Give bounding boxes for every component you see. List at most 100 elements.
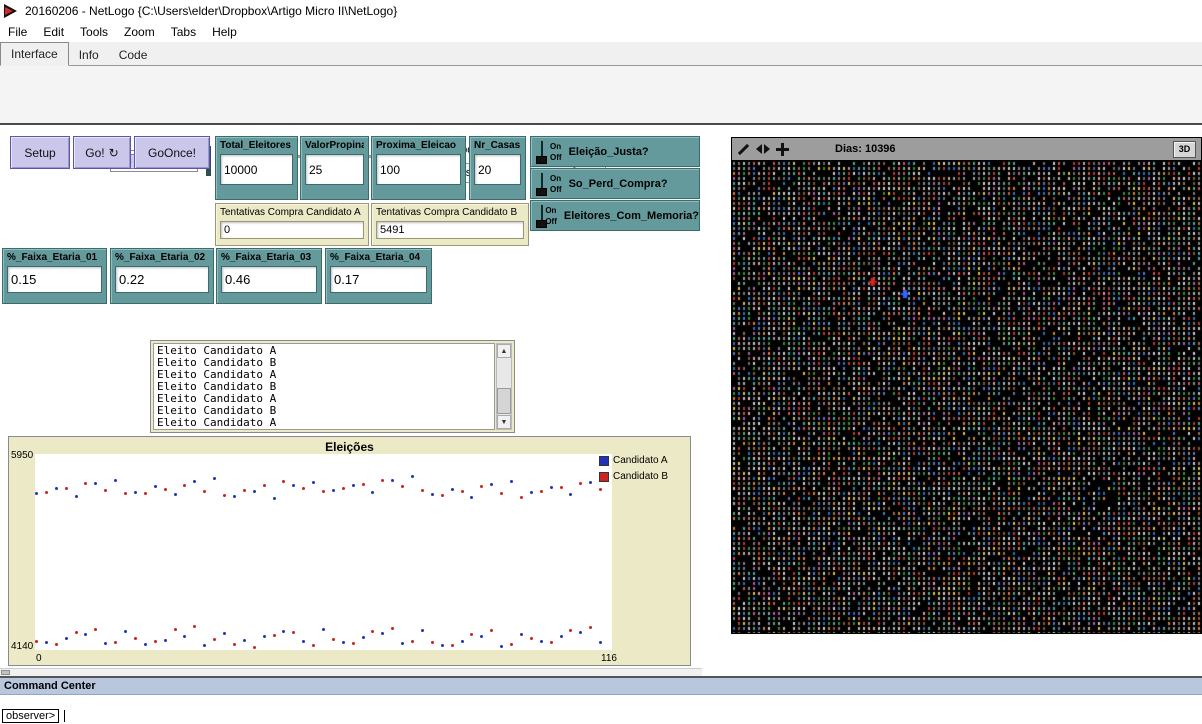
scrollbar-thumb[interactable] — [497, 388, 511, 414]
plot-point — [154, 640, 157, 643]
plot-point — [391, 479, 394, 482]
plot-point — [322, 490, 325, 493]
setup-button[interactable]: Setup — [10, 136, 70, 169]
plot-point — [569, 493, 572, 496]
menu-bar: File Edit Tools Zoom Tabs Help — [0, 22, 1202, 42]
plot-point — [104, 642, 107, 645]
plot-point — [35, 492, 38, 495]
monitor-proxima-eleicao: Proxima_Eleicao 100 — [371, 136, 466, 200]
plot-point — [589, 481, 592, 484]
plot-point — [174, 493, 177, 496]
menu-edit[interactable]: Edit — [35, 22, 72, 42]
plot-point — [480, 635, 483, 638]
plot-point — [193, 625, 196, 628]
plot-point — [292, 484, 295, 487]
view-arrows-icon[interactable] — [756, 144, 770, 154]
menu-zoom[interactable]: Zoom — [116, 22, 163, 42]
monitor-tentativas-a: Tentativas Compra Candidato A 0 — [215, 203, 369, 246]
plot-point — [490, 629, 493, 632]
monitor-total-eleitores: Total_Eleitores 10000 — [215, 136, 298, 200]
scroll-down-icon[interactable]: ▼ — [497, 415, 511, 429]
plot-point — [273, 497, 276, 500]
toggle-handle-icon[interactable] — [536, 140, 547, 164]
plot-point — [451, 488, 454, 491]
monitor-label: %_Faixa_Etaria_03 — [221, 252, 317, 263]
monitor-faixa-etaria-03: %_Faixa_Etaria_03 0.46 — [216, 248, 322, 304]
menu-tabs[interactable]: Tabs — [163, 22, 204, 42]
plot-point — [282, 630, 285, 633]
plot-point — [183, 635, 186, 638]
plot-point — [263, 635, 266, 638]
go-button[interactable]: Go! ↻ — [73, 136, 131, 169]
plot-point — [55, 487, 58, 490]
horizontal-scrollbar[interactable] — [0, 668, 702, 676]
plot-point — [134, 491, 137, 494]
switch-label: Eleitores_Com_Memoria? — [564, 210, 699, 222]
monitor-value: 0.22 — [115, 266, 209, 293]
monitor-value: 0.17 — [330, 266, 427, 293]
plot-point — [362, 636, 365, 639]
plot-point — [560, 635, 563, 638]
menu-file[interactable]: File — [0, 22, 35, 42]
plot-point — [65, 487, 68, 490]
plot-point — [530, 491, 533, 494]
observer-prompt[interactable]: observer> — [2, 709, 59, 723]
plot-point — [164, 639, 167, 642]
plot-point — [332, 489, 335, 492]
plot-point — [104, 489, 107, 492]
plot-point — [411, 475, 414, 478]
tick-counter: Dias: 10396 — [835, 143, 896, 155]
plot-point — [401, 485, 404, 488]
tab-info[interactable]: Info — [69, 45, 109, 65]
plot-point — [461, 490, 464, 493]
view-3d-button[interactable]: 3D — [1173, 141, 1196, 158]
menu-help[interactable]: Help — [204, 22, 245, 42]
plot-legend: Candidato A Candidato B — [599, 455, 668, 487]
netlogo-logo-icon — [4, 4, 19, 19]
go-once-button[interactable]: GoOnce! — [134, 136, 210, 169]
plot-point — [124, 492, 127, 495]
legend-label-a: Candidato A — [613, 455, 668, 466]
plot-point — [381, 479, 384, 482]
menu-tools[interactable]: Tools — [72, 22, 116, 42]
view-edit-icon[interactable] — [737, 143, 750, 156]
plot-point — [35, 640, 38, 643]
plot-point — [144, 492, 147, 495]
view-move-icon[interactable] — [776, 143, 789, 156]
plot-point — [94, 628, 97, 631]
switch-eleitores-com-memoria[interactable]: On Off Eleitores_Com_Memoria? — [530, 200, 700, 231]
scrollbar-thumb[interactable] — [1, 670, 10, 675]
monitor-label: Tentativas Compra Candidato A — [220, 207, 364, 218]
toggle-handle-icon[interactable] — [536, 204, 542, 228]
plot-point — [461, 640, 464, 643]
monitor-nr-casas: Nr_Casas 20 — [469, 136, 526, 200]
plot-point — [45, 491, 48, 494]
tab-code[interactable]: Code — [109, 45, 158, 65]
plot-point — [75, 495, 78, 498]
monitor-faixa-etaria-02: %_Faixa_Etaria_02 0.22 — [110, 248, 214, 304]
plot-point — [530, 637, 533, 640]
monitor-label: ValorPropina — [305, 140, 364, 151]
view-control-strip: Dias: 10396 3D — [732, 138, 1201, 161]
plot-point — [65, 637, 68, 640]
toggle-handle-icon[interactable] — [536, 172, 547, 196]
plot-point — [55, 643, 58, 646]
output-scrollbar[interactable]: ▲ ▼ — [496, 343, 512, 430]
switch-eleicao-justa[interactable]: On Off Eleição_Justa? — [530, 136, 700, 167]
plot-point — [540, 490, 543, 493]
monitor-value: 10000 — [220, 154, 293, 185]
plot-point — [203, 644, 206, 647]
plot-point — [371, 630, 374, 633]
command-input[interactable] — [65, 708, 1202, 724]
plot-point — [421, 629, 424, 632]
legend-entry-candidato-b: Candidato B — [599, 471, 668, 482]
plot-point — [282, 480, 285, 483]
plot-point — [312, 644, 315, 647]
monitor-label: Proxima_Eleicao — [376, 140, 461, 151]
monitor-value: 0 — [220, 221, 364, 239]
plot-area — [35, 454, 612, 650]
switch-so-perd-compra[interactable]: On Off So_Perd_Compra? — [530, 168, 700, 199]
plot-point — [500, 492, 503, 495]
scroll-up-icon[interactable]: ▲ — [497, 344, 511, 358]
tab-interface[interactable]: Interface — [0, 42, 69, 66]
